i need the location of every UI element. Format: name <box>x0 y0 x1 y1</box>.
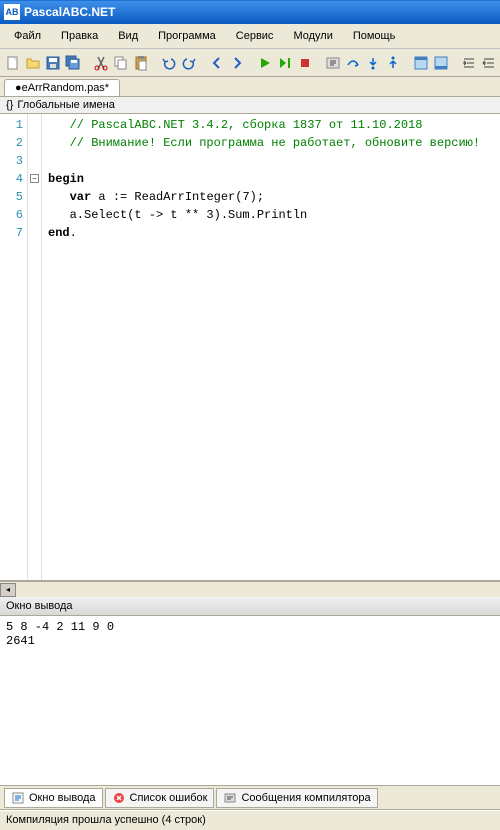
app-icon: AB <box>4 4 20 20</box>
menu-edit[interactable]: Правка <box>53 28 106 44</box>
line-number-gutter: 1 2 3 4 5 6 7 <box>0 114 28 580</box>
horizontal-scrollbar[interactable]: ◂ <box>0 581 500 597</box>
outdent-button[interactable] <box>480 52 498 74</box>
line-num: 6 <box>2 206 23 224</box>
output-panel-title: Окно вывода <box>0 597 500 616</box>
toolbar <box>0 49 500 77</box>
forward-button[interactable] <box>228 52 246 74</box>
bottom-tab-bar: Окно вывода Список ошибок Сообщения комп… <box>0 786 500 810</box>
step-out-button[interactable] <box>384 52 402 74</box>
tab-output[interactable]: Окно вывода <box>4 788 103 808</box>
modified-indicator: ● <box>15 82 22 94</box>
tab-errors[interactable]: Список ошибок <box>105 788 215 808</box>
line-num: 5 <box>2 188 23 206</box>
code-keyword: var <box>70 190 92 204</box>
step-over-button[interactable] <box>344 52 362 74</box>
tab-errors-label: Список ошибок <box>130 792 208 804</box>
status-bar: Компиляция прошла успешно (4 строк) <box>0 810 500 830</box>
tab-label: eArrRandom.pas* <box>22 82 109 94</box>
menu-help[interactable]: Помощь <box>345 28 404 44</box>
title-bar: AB PascalABC.NET <box>0 0 500 24</box>
menu-view[interactable]: Вид <box>110 28 146 44</box>
indent-button[interactable] <box>460 52 478 74</box>
code-comment: // PascalABC.NET 3.4.2, сборка 1837 от 1… <box>48 118 422 132</box>
tab-output-label: Окно вывода <box>29 792 96 804</box>
stop-button[interactable] <box>296 52 314 74</box>
tab-compiler-label: Сообщения компилятора <box>241 792 370 804</box>
menu-bar: Файл Правка Вид Программа Сервис Модули … <box>0 24 500 49</box>
panel-button-1[interactable] <box>412 52 430 74</box>
code-comment: // Внимание! Если программа не работает,… <box>48 136 480 150</box>
undo-button[interactable] <box>160 52 178 74</box>
code-keyword: begin <box>48 172 84 186</box>
step-into-button[interactable] <box>364 52 382 74</box>
code-editor[interactable]: 1 2 3 4 5 6 7 − // PascalABC.NET 3.4.2, … <box>0 114 500 581</box>
code-text: a := ReadArrInteger(7); <box>91 190 264 204</box>
window-title: PascalABC.NET <box>24 5 115 19</box>
redo-button[interactable] <box>180 52 198 74</box>
menu-modules[interactable]: Модули <box>285 28 340 44</box>
output-line: 2641 <box>6 634 35 648</box>
code-area[interactable]: // PascalABC.NET 3.4.2, сборка 1837 от 1… <box>42 114 500 580</box>
tab-bar: ●eArrRandom.pas* <box>0 77 500 97</box>
menu-file[interactable]: Файл <box>6 28 49 44</box>
errors-icon <box>112 791 126 805</box>
global-names-bar[interactable]: {} Глобальные имена <box>0 97 500 114</box>
output-line: 5 8 -4 2 11 9 0 <box>6 620 114 634</box>
save-all-button[interactable] <box>64 52 82 74</box>
tab-compiler[interactable]: Сообщения компилятора <box>216 788 377 808</box>
fold-toggle[interactable]: − <box>30 174 39 183</box>
run-step-button[interactable] <box>276 52 294 74</box>
line-num: 4 <box>2 170 23 188</box>
back-button[interactable] <box>208 52 226 74</box>
code-keyword: end <box>48 226 70 240</box>
line-num: 2 <box>2 134 23 152</box>
cut-button[interactable] <box>92 52 110 74</box>
output-panel[interactable]: 5 8 -4 2 11 9 0 2641 <box>0 616 500 786</box>
line-num: 3 <box>2 152 23 170</box>
output-icon <box>11 791 25 805</box>
code-text <box>48 190 70 204</box>
save-button[interactable] <box>44 52 62 74</box>
fold-gutter: − <box>28 114 42 580</box>
status-text: Компиляция прошла успешно (4 строк) <box>6 814 206 826</box>
panel-button-2[interactable] <box>432 52 450 74</box>
compile-button[interactable] <box>324 52 342 74</box>
paste-button[interactable] <box>132 52 150 74</box>
copy-button[interactable] <box>112 52 130 74</box>
line-num: 1 <box>2 116 23 134</box>
compiler-icon <box>223 791 237 805</box>
scroll-left-button[interactable]: ◂ <box>0 583 16 597</box>
new-file-button[interactable] <box>4 52 22 74</box>
code-text: a.Select(t -> t ** 3).Sum.Println <box>48 208 307 222</box>
braces-icon: {} <box>6 99 13 111</box>
code-text: . <box>70 226 77 240</box>
line-num: 7 <box>2 224 23 242</box>
menu-program[interactable]: Программа <box>150 28 224 44</box>
global-names-label: Глобальные имена <box>17 99 115 111</box>
file-tab[interactable]: ●eArrRandom.pas* <box>4 79 120 96</box>
open-file-button[interactable] <box>24 52 42 74</box>
run-button[interactable] <box>256 52 274 74</box>
menu-service[interactable]: Сервис <box>228 28 282 44</box>
